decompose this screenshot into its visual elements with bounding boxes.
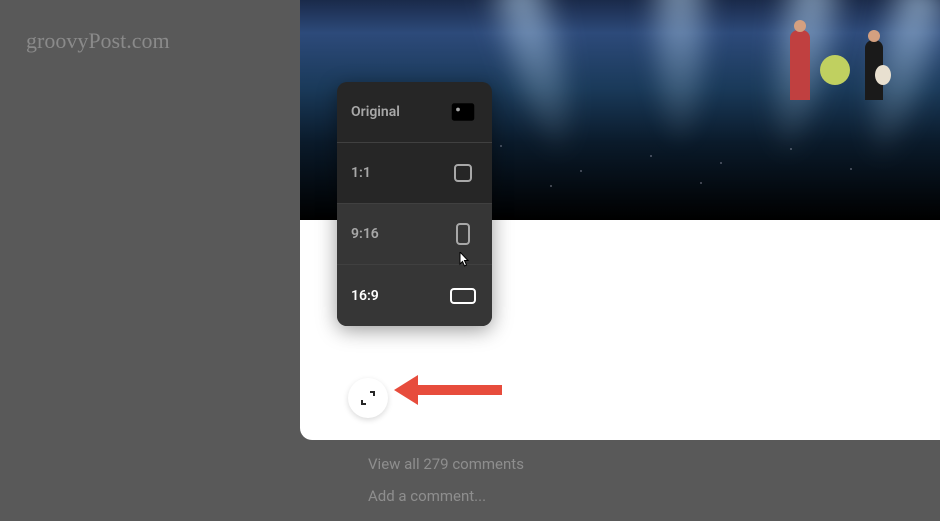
ratio-label: 16:9 [351, 288, 448, 304]
ratio-label: Original [351, 104, 448, 120]
ratio-option-1-1[interactable]: 1:1 [337, 143, 492, 204]
annotation-arrow [412, 385, 502, 395]
crop-expand-button[interactable] [348, 378, 388, 418]
ratio-option-16-9[interactable]: 16:9 [337, 265, 492, 326]
ratio-option-original[interactable]: Original [337, 82, 492, 143]
portrait-rect-icon [448, 223, 478, 245]
landscape-image-icon [448, 97, 478, 127]
ratio-label: 9:16 [351, 226, 448, 242]
ratio-label: 1:1 [351, 165, 448, 181]
expand-icon [360, 390, 376, 406]
watermark-text: groovyPost.com [26, 28, 170, 54]
mouse-cursor-icon [456, 252, 470, 274]
square-icon [448, 164, 478, 182]
aspect-ratio-menu: Original 1:1 9:16 16:9 [337, 82, 492, 326]
landscape-rect-icon [448, 288, 478, 304]
add-comment-input[interactable]: Add a comment... [368, 487, 486, 505]
view-all-comments-link[interactable]: View all 279 comments [368, 455, 524, 473]
